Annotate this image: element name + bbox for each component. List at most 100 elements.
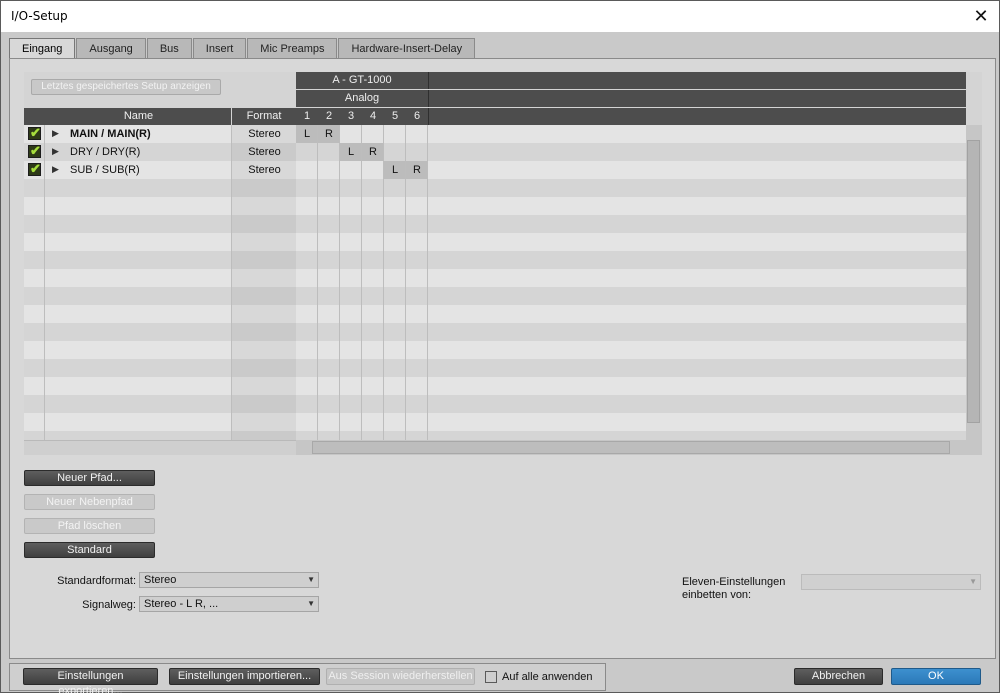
path-name: DRY / DRY(R) xyxy=(70,146,141,158)
channel-assignment[interactable]: L xyxy=(340,143,362,161)
grid-row[interactable] xyxy=(296,341,966,359)
grid-row[interactable] xyxy=(296,431,966,440)
show-last-setup-button[interactable]: Letztes gespeichertes Setup anzeigen xyxy=(31,79,221,95)
name-cell xyxy=(46,341,230,359)
channel-assignment[interactable]: L xyxy=(296,125,318,143)
export-settings-button[interactable]: Einstellungen exportieren... xyxy=(23,668,158,693)
name-cell xyxy=(46,215,230,233)
horizontal-scroll-thumb[interactable] xyxy=(312,441,950,454)
chevron-down-icon: ▼ xyxy=(307,599,315,608)
grid-row[interactable] xyxy=(296,359,966,377)
new-path-button[interactable]: Neuer Pfad... xyxy=(24,470,155,486)
checkbox-cell xyxy=(24,359,45,377)
path-active-checkbox[interactable]: ✔ xyxy=(28,143,41,158)
grid-row[interactable]: LR xyxy=(296,161,966,179)
channel-assignment[interactable]: L xyxy=(384,161,406,179)
close-icon[interactable]: ✕ xyxy=(969,4,993,28)
tab-eingang[interactable]: Eingang xyxy=(9,38,76,59)
format-cell xyxy=(231,251,296,269)
chevron-down-icon: ▼ xyxy=(969,577,977,586)
new-subpath-button[interactable]: Neuer Nebenpfad xyxy=(24,494,155,510)
vertical-scroll-thumb[interactable] xyxy=(967,140,980,423)
tab-panel: Letztes gespeichertes Setup anzeigen Nam… xyxy=(9,58,996,659)
expand-triangle-icon[interactable]: ▶ xyxy=(52,146,59,157)
path-format: Stereo xyxy=(248,146,281,158)
header-divider xyxy=(428,72,429,89)
name-cell xyxy=(46,395,230,413)
tab-hardware-insert-delay[interactable]: Hardware-Insert-Delay xyxy=(338,38,476,58)
cancel-button[interactable]: Abbrechen xyxy=(794,668,883,685)
default-format-label: Standardformat: xyxy=(57,575,136,587)
expand-triangle-icon[interactable]: ▶ xyxy=(52,128,59,139)
channel-assignment[interactable]: R xyxy=(362,143,384,161)
grid-row[interactable] xyxy=(296,269,966,287)
grid-row[interactable]: LR xyxy=(296,143,966,161)
format-cell xyxy=(231,305,296,323)
path-row[interactable]: ✔ ▶ MAIN / MAIN(R) Stereo xyxy=(24,125,296,143)
path-row xyxy=(24,323,296,341)
format-cell xyxy=(231,287,296,305)
grid-row[interactable]: LR xyxy=(296,125,966,143)
format-cell xyxy=(231,269,296,287)
channel-assignment[interactable]: R xyxy=(318,125,340,143)
name-column-header[interactable]: Name xyxy=(46,108,231,125)
name-cell xyxy=(46,269,230,287)
name-cell xyxy=(46,197,230,215)
format-cell xyxy=(231,233,296,251)
channel-divider xyxy=(427,125,428,440)
channel-number: 3 xyxy=(347,110,355,122)
channel-number: 2 xyxy=(325,110,333,122)
channel-assignment[interactable]: R xyxy=(406,161,428,179)
window-title: I/O-Setup xyxy=(11,9,68,23)
ok-button[interactable]: OK xyxy=(891,668,981,685)
format-cell xyxy=(231,395,296,413)
eleven-settings-select[interactable]: ▼ xyxy=(801,574,981,590)
channel-divider xyxy=(317,125,318,440)
grid-row[interactable] xyxy=(296,323,966,341)
grid-row[interactable] xyxy=(296,179,966,197)
eleven-settings-label-2: einbetten von: xyxy=(682,589,752,601)
path-name: MAIN / MAIN(R) xyxy=(70,128,151,140)
path-row[interactable]: ✔ ▶ DRY / DRY(R) Stereo xyxy=(24,143,296,161)
path-row xyxy=(24,197,296,215)
io-setup-window: I/O-Setup ✕ Eingang Ausgang Bus Insert M… xyxy=(0,0,1000,693)
checkbox-cell xyxy=(24,377,45,395)
restore-from-session-button[interactable]: Aus Session wiederherstellen xyxy=(326,668,475,685)
grid-row[interactable] xyxy=(296,215,966,233)
grid-row[interactable] xyxy=(296,233,966,251)
path-active-checkbox[interactable]: ✔ xyxy=(28,161,41,176)
apply-all-checkbox[interactable] xyxy=(485,671,497,683)
format-cell: Stereo xyxy=(231,125,296,143)
expand-triangle-icon[interactable]: ▶ xyxy=(52,164,59,175)
grid-vertical-scrollbar[interactable] xyxy=(966,125,982,455)
path-row[interactable]: ✔ ▶ SUB / SUB(R) Stereo xyxy=(24,161,296,179)
delete-path-button[interactable]: Pfad löschen xyxy=(24,518,155,534)
grid-row[interactable] xyxy=(296,377,966,395)
path-active-checkbox[interactable]: ✔ xyxy=(28,125,41,140)
tab-bus[interactable]: Bus xyxy=(146,38,192,58)
grid-row[interactable] xyxy=(296,395,966,413)
grid-row[interactable] xyxy=(296,305,966,323)
grid-row[interactable] xyxy=(296,287,966,305)
default-button[interactable]: Standard xyxy=(24,542,155,558)
grid-row[interactable] xyxy=(296,251,966,269)
grid-horizontal-scrollbar[interactable] xyxy=(296,440,966,455)
checkbox-cell xyxy=(24,413,45,431)
grid-row[interactable] xyxy=(296,413,966,431)
tab-mic-preamps[interactable]: Mic Preamps xyxy=(247,38,338,58)
signal-path-select[interactable]: Stereo - L R, ... ▼ xyxy=(139,596,319,612)
format-column-header[interactable]: Format xyxy=(232,108,296,125)
path-list-scrollbar[interactable] xyxy=(24,440,296,455)
default-format-select[interactable]: Stereo ▼ xyxy=(139,572,319,588)
default-format-value: Stereo xyxy=(144,574,177,586)
grid-rows: LRLRLR xyxy=(296,125,966,440)
grid-row[interactable] xyxy=(296,197,966,215)
path-row xyxy=(24,413,296,431)
path-format: Stereo xyxy=(248,164,281,176)
tab-insert[interactable]: Insert xyxy=(192,38,247,58)
header-divider xyxy=(428,108,429,125)
import-settings-button[interactable]: Einstellungen importieren... xyxy=(169,668,320,685)
format-cell xyxy=(231,197,296,215)
group-header: Analog xyxy=(296,90,966,107)
tab-ausgang[interactable]: Ausgang xyxy=(76,38,146,58)
